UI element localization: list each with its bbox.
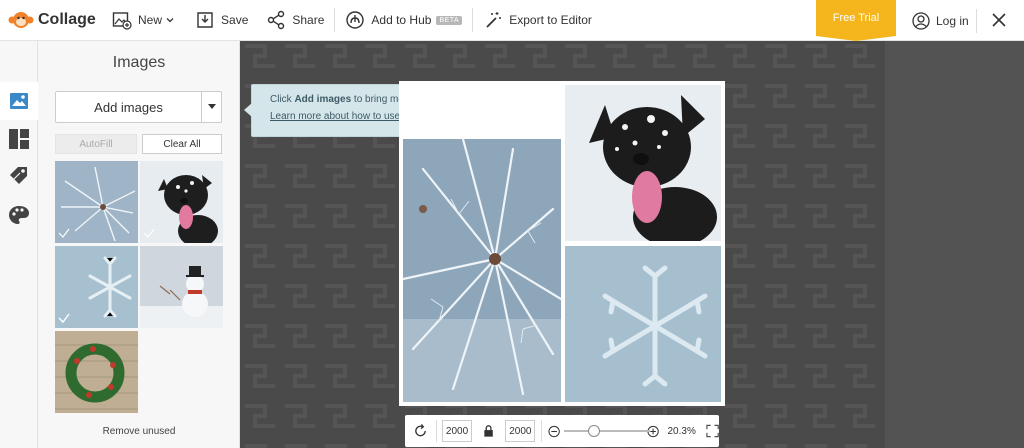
palette-icon (9, 206, 29, 224)
rail-layouts[interactable] (8, 128, 30, 150)
free-trial-button[interactable]: Free Trial (816, 0, 896, 41)
images-panel: Images Add images AutoFill Clear All Rem… (38, 41, 240, 448)
collage-cell-pine[interactable] (403, 139, 561, 402)
rail-themes[interactable] (8, 204, 30, 226)
hub-icon (346, 11, 365, 29)
dog-image (140, 161, 223, 243)
lock-icon[interactable] (482, 424, 495, 438)
share-label: Share (292, 13, 325, 27)
zoom-divider (436, 420, 437, 442)
caret-down-icon (207, 104, 216, 109)
dog-photo (565, 85, 721, 241)
fullscreen-icon[interactable] (706, 424, 719, 438)
zoom-divider (541, 420, 543, 442)
collage-cell-dog[interactable] (565, 85, 721, 241)
thumbnail-snowflake[interactable] (55, 246, 138, 328)
tooltip-prefix: Click (270, 94, 295, 105)
chevron-down-icon (166, 18, 174, 23)
width-input[interactable]: 2000 (441, 420, 473, 442)
close-icon[interactable] (990, 11, 1008, 29)
rail-stickers[interactable] (8, 165, 30, 187)
add-images-dropdown[interactable] (201, 92, 221, 122)
toolbar-divider (976, 9, 977, 33)
login-button[interactable]: Log in (912, 0, 969, 41)
snowman-image (140, 246, 223, 328)
app-logo[interactable]: Collage (8, 9, 96, 31)
app-name: Collage (38, 11, 96, 28)
zoom-out-icon[interactable] (548, 425, 561, 438)
thumbnail-wreath[interactable] (55, 331, 138, 413)
zoom-slider[interactable] (563, 425, 650, 437)
thumbnail-dog[interactable] (140, 161, 223, 243)
panel-title: Images (112, 54, 166, 71)
zoom-slider-handle[interactable] (587, 425, 600, 437)
top-toolbar: Collage New Save Share Add to Hub BETA E… (0, 0, 1024, 41)
rotate-icon[interactable] (413, 423, 428, 439)
save-label: Save (221, 13, 249, 27)
collage-cell-snowflake[interactable] (565, 246, 721, 402)
magic-wand-icon (486, 12, 502, 28)
new-image-icon (112, 12, 132, 30)
export-to-editor-button[interactable]: Export to Editor (483, 0, 592, 41)
tool-rail (0, 41, 38, 448)
add-to-hub-button[interactable]: Add to Hub BETA (345, 0, 463, 41)
share-button[interactable]: Share (266, 0, 324, 41)
save-button[interactable]: Save (195, 0, 248, 41)
toolbar-divider (472, 8, 474, 32)
add-images-split-button: Add images (55, 91, 222, 123)
save-icon (197, 12, 213, 28)
beta-badge: BETA (436, 15, 463, 25)
snowflake-photo (565, 246, 721, 402)
images-icon (10, 93, 28, 109)
new-button[interactable]: New (112, 0, 175, 41)
zoom-slider-track (563, 430, 650, 432)
monkey-logo-icon (8, 12, 34, 28)
login-label: Log in (936, 13, 969, 28)
add-images-button[interactable]: Add images (56, 92, 201, 122)
collage-frame[interactable] (399, 81, 725, 406)
right-gutter (885, 41, 1024, 448)
tooltip-bold: Add images (294, 94, 352, 105)
height-input[interactable]: 2000 (505, 420, 536, 442)
toolbar-divider (334, 8, 336, 32)
clear-all-button[interactable]: Clear All (142, 134, 222, 154)
export-label: Export to Editor (509, 13, 592, 27)
new-label: New (138, 13, 163, 27)
add-to-hub-label: Add to Hub (371, 13, 432, 27)
wreath-image (55, 331, 138, 413)
autofill-button[interactable]: AutoFill (55, 134, 137, 154)
user-icon (912, 11, 930, 30)
rail-images[interactable] (0, 82, 38, 120)
zoom-toolbar: 2000 2000 20.3% (405, 415, 719, 447)
thumbnail-pine-needles[interactable] (55, 161, 138, 243)
pine-needles-photo (403, 139, 561, 402)
pine-needles-image (55, 161, 138, 243)
layout-icon (9, 129, 29, 149)
snowflake-image (55, 246, 138, 328)
tag-icon (10, 167, 27, 184)
share-icon (268, 10, 285, 30)
thumbnail-snowman[interactable] (140, 246, 223, 328)
zoom-percent: 20.3% (667, 425, 696, 437)
remove-unused-link[interactable]: Remove unused (38, 426, 240, 437)
free-trial-label: Free Trial (832, 12, 880, 24)
